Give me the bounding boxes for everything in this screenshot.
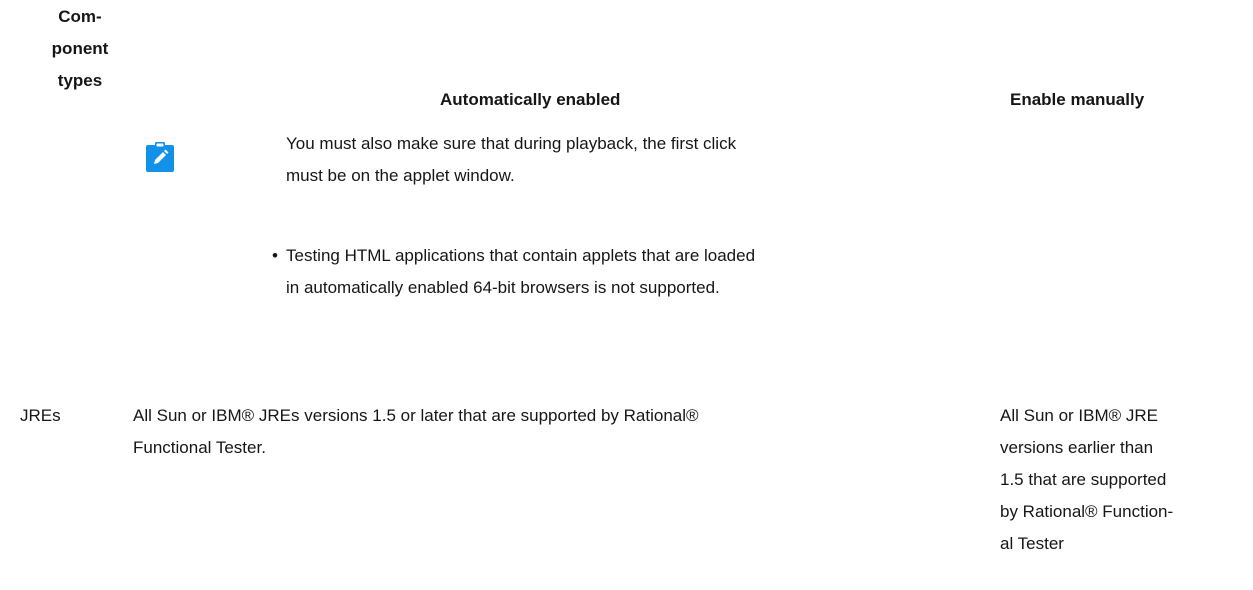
header-component-types-line: ponent [51,39,109,58]
cell-line: 1.5 that are supported [1000,470,1167,489]
cell-line: versions earlier than [1000,438,1154,457]
header-component-types-line: Com- [58,7,102,26]
row-automatically-enabled: All Sun or IBM® JREs versions 1.5 or lat… [133,400,933,464]
header-component-types: Com- ponent types [30,1,130,97]
cell-line: by Rational® Function- [1000,502,1174,521]
bullet-marker: • [272,246,278,265]
header-automatically-enabled: Automatically enabled [440,90,621,109]
cell-line: All Sun or IBM® JRE [1000,406,1159,425]
header-component-types-line: types [57,71,103,90]
note-line: You must also make sure that during play… [286,134,737,153]
cell-line: al Tester [1000,534,1064,553]
cell-line: All Sun or IBM® JREs versions 1.5 or lat… [133,406,699,425]
list-item-text: Testing HTML applications that contain a… [286,240,972,304]
note-text: You must also make sure that during play… [286,128,966,192]
list-item-line: in automatically enabled 64-bit browsers… [286,278,720,297]
cell-line: Functional Tester. [133,438,266,457]
pencil-note-icon [144,141,176,173]
row-enable-manually: All Sun or IBM® JRE versions earlier tha… [1000,400,1240,560]
row-component-type: JREs [20,406,61,425]
header-enable-manually: Enable manually [1010,90,1145,109]
note-line: must be on the applet window. [286,166,515,185]
list-item-line: Testing HTML applications that contain a… [286,246,756,265]
